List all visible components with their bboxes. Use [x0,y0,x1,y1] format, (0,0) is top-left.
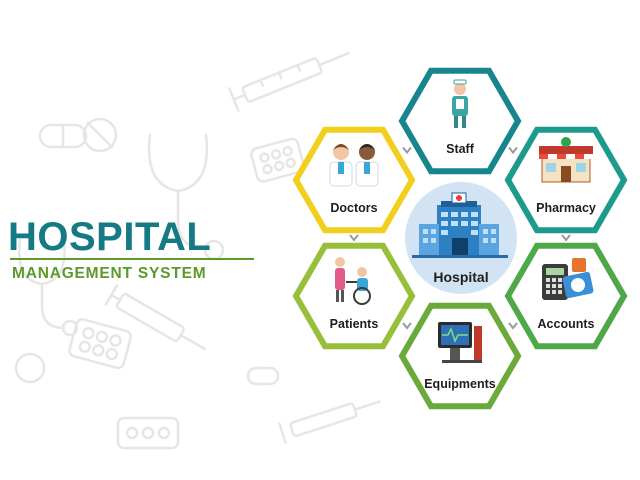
pill-icon [82,117,118,153]
module-label-patients: Patients [330,317,379,331]
pill-icon [38,123,88,149]
title-subtitle: MANAGEMENT SYSTEM [12,265,206,282]
hexagon-doctors [292,126,416,234]
module-label-staff: Staff [446,142,475,156]
center-hub: Hospital [405,182,517,294]
module-label-accounts: Accounts [538,317,595,331]
module-label-equipments: Equipments [424,377,496,391]
module-doctors: Doctors [292,126,416,234]
syringe-icon [104,284,207,351]
infographic-svg: HOSPITAL MANAGEMENT SYSTEM Staff Pharmacy… [8,51,628,450]
module-pharmacy: Pharmacy [504,126,628,234]
pill-icon [14,352,280,386]
syringe-icon [228,51,351,112]
connector-chevron [402,322,412,330]
infographic-canvas: HOSPITAL MANAGEMENT SYSTEM Staff Pharmacy… [0,0,640,480]
module-accounts: Accounts [504,242,628,350]
connector-chevron [508,146,518,155]
module-label-doctors: Doctors [330,201,377,215]
module-staff: Staff [398,67,522,175]
connector-chevron [402,146,412,155]
module-patients: Patients [292,242,416,350]
module-equipments: Equipments [398,302,522,410]
blister-pack-icon [116,416,180,450]
title-main: HOSPITAL [8,215,211,259]
connector-chevron [508,322,518,330]
title-block: HOSPITAL MANAGEMENT SYSTEM [8,215,254,282]
syringe-icon [278,400,381,444]
center-label: Hospital [433,269,488,285]
connector-chevron [349,234,359,242]
connector-chevron [561,234,571,242]
module-label-pharmacy: Pharmacy [536,201,596,215]
